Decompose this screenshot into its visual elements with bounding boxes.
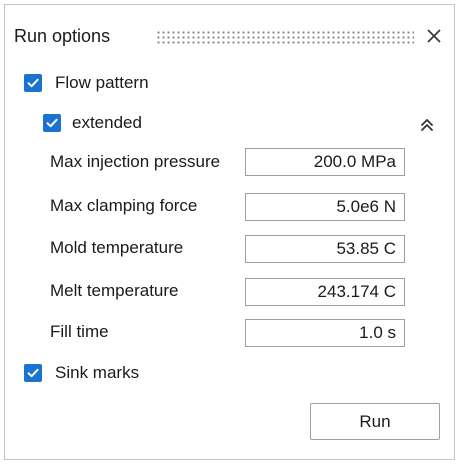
double-chevron-up-icon: [421, 119, 433, 131]
melt-temperature-label: Melt temperature: [50, 281, 179, 300]
checkmark-icon: [46, 118, 58, 128]
max-clamping-force-label: Max clamping force: [50, 196, 198, 215]
close-icon: [427, 29, 441, 43]
checkmark-icon: [27, 78, 39, 88]
fill-time-label: Fill time: [50, 322, 109, 341]
mold-temperature-label: Mold temperature: [50, 238, 184, 257]
extended-checkbox[interactable]: [43, 114, 61, 132]
fill-time-input[interactable]: [245, 319, 405, 347]
extended-label: extended: [72, 113, 142, 132]
flow-pattern-checkbox[interactable]: [24, 74, 42, 92]
close-button[interactable]: [423, 25, 445, 47]
sink-marks-label: Sink marks: [55, 363, 140, 382]
run-button[interactable]: Run: [310, 403, 440, 440]
mold-temperature-input[interactable]: [245, 235, 405, 263]
extended-option[interactable]: extended: [43, 113, 142, 133]
drag-grip-handle[interactable]: [156, 30, 414, 44]
melt-temperature-input[interactable]: [245, 278, 405, 306]
max-injection-pressure-label: Max injection pressure: [50, 152, 221, 171]
max-clamping-force-input[interactable]: [245, 193, 405, 221]
checkmark-icon: [27, 368, 39, 378]
collapse-section-button[interactable]: [417, 115, 437, 135]
sink-marks-checkbox[interactable]: [24, 364, 42, 382]
panel-title: Run options: [14, 26, 111, 46]
flow-pattern-option[interactable]: Flow pattern: [24, 73, 149, 93]
flow-pattern-label: Flow pattern: [55, 73, 149, 92]
sink-marks-option[interactable]: Sink marks: [24, 363, 139, 383]
max-injection-pressure-input[interactable]: [245, 148, 405, 176]
